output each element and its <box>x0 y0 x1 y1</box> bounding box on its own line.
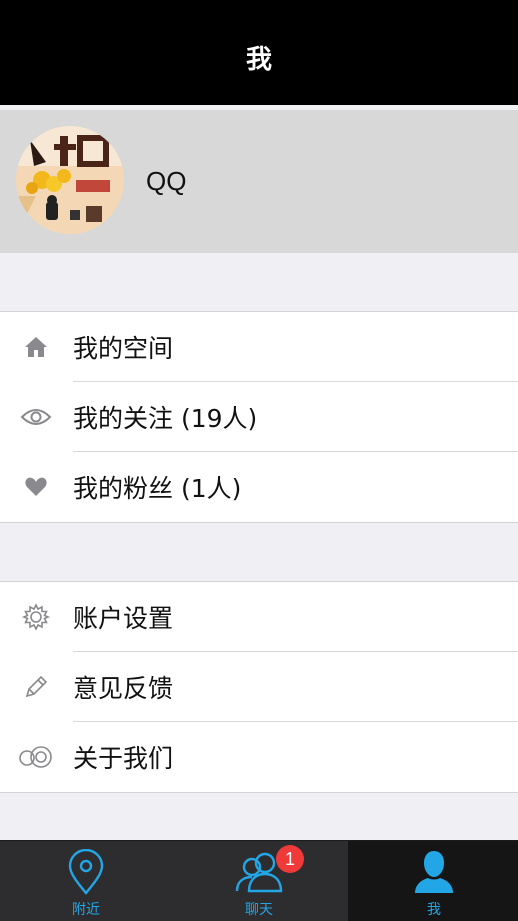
rings-icon <box>18 739 54 775</box>
eye-icon <box>18 399 54 435</box>
navigation-bar: 我 <box>0 22 518 105</box>
tab-bar: 附近 聊天 我 <box>0 840 518 921</box>
tab-label: 聊天 <box>245 902 273 918</box>
menu-item-about-us[interactable]: 关于我们 <box>0 722 518 792</box>
location-pin-icon <box>66 848 106 899</box>
home-icon <box>18 329 54 365</box>
profile-name: QQ <box>146 166 187 196</box>
menu-item-label: 意见反馈 <box>73 674 174 703</box>
menu-group-settings: 账户设置 意见反馈 关于我们 <box>0 581 518 793</box>
menu-item-feedback[interactable]: 意见反馈 <box>0 652 518 722</box>
menu-item-label: 我的粉丝 (1人) <box>73 474 242 503</box>
menu-item-label: 关于我们 <box>73 744 174 773</box>
status-bar <box>0 0 518 22</box>
menu-item-following[interactable]: 我的关注 (19人) <box>0 382 518 452</box>
heart-icon <box>18 469 54 505</box>
tab-chat[interactable]: 聊天 <box>173 841 345 921</box>
menu-item-label: 账户设置 <box>73 604 174 633</box>
tab-label: 我 <box>427 902 441 918</box>
avatar[interactable] <box>16 126 124 234</box>
tab-me[interactable]: 我 <box>348 841 518 921</box>
menu-item-label: 我的关注 (19人) <box>73 404 258 433</box>
tab-label: 附近 <box>72 902 100 918</box>
gear-icon <box>18 599 54 635</box>
page-title: 我 <box>245 45 272 75</box>
menu-item-fans[interactable]: 我的粉丝 (1人) <box>0 452 518 522</box>
pencil-icon <box>18 669 54 705</box>
menu-item-account-settings[interactable]: 账户设置 <box>0 582 518 652</box>
tab-nearby[interactable]: 附近 <box>0 841 172 921</box>
menu-group-social: 我的空间 我的关注 (19人) 我的粉丝 (1人) <box>0 311 518 523</box>
person-icon <box>413 849 455 899</box>
profile-header[interactable]: QQ <box>0 110 518 253</box>
menu-item-my-space[interactable]: 我的空间 <box>0 312 518 382</box>
menu-item-label: 我的空间 <box>73 334 174 363</box>
unread-badge: 1 <box>276 845 304 873</box>
